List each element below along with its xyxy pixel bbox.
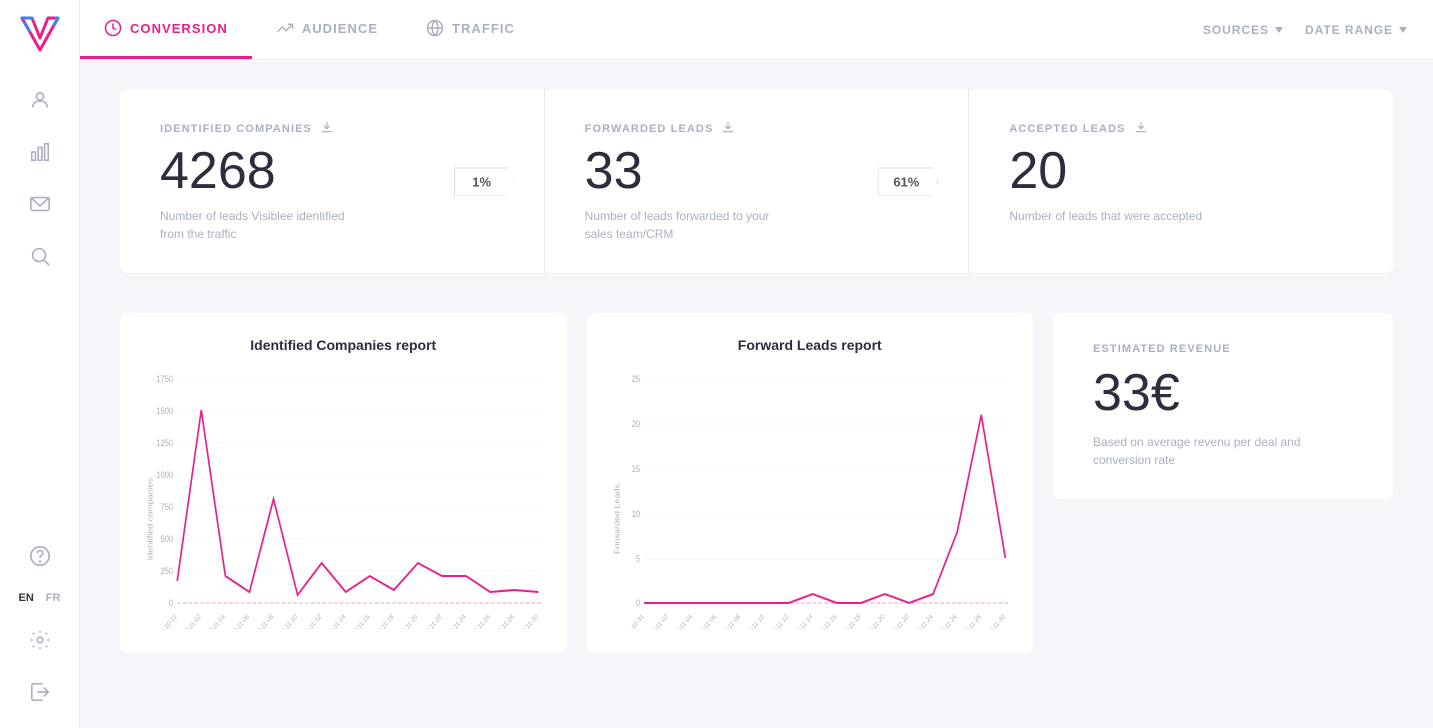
svg-text:1250: 1250 <box>156 438 173 448</box>
sidebar: EN FR <box>0 0 80 728</box>
svg-text:2017-11-04: 2017-11-04 <box>201 613 226 629</box>
svg-text:0: 0 <box>635 598 640 608</box>
svg-text:2017-11-30: 2017-11-30 <box>981 613 1006 629</box>
accepted-leads-label: ACCEPTED LEADS <box>1009 120 1353 137</box>
svg-text:5: 5 <box>635 554 640 564</box>
nav-right: SOURCES DATE RANGE <box>1203 0 1433 59</box>
svg-text:2017-11-12: 2017-11-12 <box>764 613 789 629</box>
svg-text:2017-11-24: 2017-11-24 <box>909 613 934 629</box>
svg-text:2017-11-28: 2017-11-28 <box>957 613 982 629</box>
sidebar-item-help[interactable] <box>20 536 60 576</box>
date-range-dropdown[interactable]: DATE RANGE <box>1305 23 1409 37</box>
sidebar-item-user[interactable] <box>20 80 60 120</box>
svg-text:1500: 1500 <box>156 406 173 416</box>
top-navigation: CONVERSION AUDIENCE TRAFFIC SOURCES DATE… <box>80 0 1433 60</box>
svg-text:2017-11-08: 2017-11-08 <box>716 613 741 629</box>
lang-switcher: EN FR <box>15 590 65 606</box>
svg-text:2017-11-26: 2017-11-26 <box>466 613 491 629</box>
identified-companies-desc: Number of leads Visiblee identified from… <box>160 207 360 243</box>
svg-text:2017-11-10: 2017-11-10 <box>740 613 765 629</box>
revenue-desc: Based on average revenu per deal and con… <box>1093 433 1353 469</box>
svg-text:1750: 1750 <box>156 374 173 384</box>
identified-companies-value: 4268 <box>160 145 504 197</box>
identified-companies-badge: 1% <box>454 167 514 196</box>
revenue-value: 33€ <box>1093 363 1353 423</box>
svg-text:2017-11-06: 2017-11-06 <box>226 613 251 629</box>
bottom-row: Identified Companies report 0 <box>120 313 1393 653</box>
svg-text:2017-11-18: 2017-11-18 <box>837 613 862 629</box>
svg-text:750: 750 <box>161 502 174 512</box>
svg-text:2017-11-26: 2017-11-26 <box>933 613 958 629</box>
svg-text:2017-11-16: 2017-11-16 <box>812 613 837 629</box>
lang-fr[interactable]: FR <box>42 590 65 606</box>
svg-text:2017-11-08: 2017-11-08 <box>250 613 275 629</box>
svg-text:2017-11-02: 2017-11-02 <box>177 613 202 629</box>
identified-companies-chart: 0 250 500 750 1000 1250 1500 1750 Identi… <box>144 369 543 629</box>
svg-text:2017-11-24: 2017-11-24 <box>442 613 467 629</box>
svg-text:2017-11-14: 2017-11-14 <box>788 613 813 629</box>
svg-text:2017-11-20: 2017-11-20 <box>861 613 886 629</box>
svg-text:2017-11-22: 2017-11-22 <box>418 613 443 629</box>
lang-en[interactable]: EN <box>15 590 38 606</box>
svg-text:2017-11-14: 2017-11-14 <box>322 613 347 629</box>
download-accepted-icon[interactable] <box>1134 120 1148 137</box>
download-identified-icon[interactable] <box>320 120 334 137</box>
forward-leads-chart-card: Forward Leads report 0 5 10 <box>587 313 1034 653</box>
svg-text:2017-11-16: 2017-11-16 <box>346 613 371 629</box>
sidebar-item-search[interactable] <box>20 236 60 276</box>
stats-row: IDENTIFIED COMPANIES 4268 Number of lead… <box>120 90 1393 273</box>
forward-leads-chart-title: Forward Leads report <box>611 337 1010 353</box>
stat-forwarded-leads: FORWARDED LEADS 33 Number of leads forwa… <box>545 90 970 273</box>
svg-text:10: 10 <box>631 509 640 519</box>
svg-text:2017-11-06: 2017-11-06 <box>692 613 717 629</box>
sidebar-item-chart[interactable] <box>20 132 60 172</box>
svg-text:25: 25 <box>631 374 640 384</box>
svg-text:2017-11-28: 2017-11-28 <box>490 613 515 629</box>
identified-companies-label: IDENTIFIED COMPANIES <box>160 120 504 137</box>
accepted-leads-desc: Number of leads that were accepted <box>1009 207 1209 225</box>
svg-text:2017-11-04: 2017-11-04 <box>668 613 693 629</box>
tab-audience[interactable]: AUDIENCE <box>252 0 402 59</box>
page-content: IDENTIFIED COMPANIES 4268 Number of lead… <box>80 60 1433 728</box>
accepted-leads-value: 20 <box>1009 145 1353 197</box>
main-content: CONVERSION AUDIENCE TRAFFIC SOURCES DATE… <box>80 0 1433 728</box>
svg-text:500: 500 <box>161 534 174 544</box>
sidebar-item-settings[interactable] <box>20 620 60 660</box>
forwarded-leads-desc: Number of leads forwarded to your sales … <box>585 207 785 243</box>
forwarded-leads-label: FORWARDED LEADS <box>585 120 929 137</box>
forward-leads-chart: 0 5 10 15 20 25 Forwarded Leads <box>611 369 1010 629</box>
sources-dropdown[interactable]: SOURCES <box>1203 23 1285 37</box>
logo[interactable] <box>18 10 62 54</box>
svg-text:2017-10-31: 2017-10-31 <box>153 613 179 629</box>
svg-text:2017-11-10: 2017-11-10 <box>274 613 299 629</box>
svg-text:2017-11-18: 2017-11-18 <box>370 613 395 629</box>
revenue-label: ESTIMATED REVENUE <box>1093 343 1353 355</box>
stat-accepted-leads: ACCEPTED LEADS 20 Number of leads that w… <box>969 90 1393 273</box>
svg-text:20: 20 <box>631 419 640 429</box>
tab-conversion[interactable]: CONVERSION <box>80 0 252 59</box>
forwarded-leads-value: 33 <box>585 145 929 197</box>
svg-text:2017-11-20: 2017-11-20 <box>394 613 419 629</box>
svg-text:2017-11-30: 2017-11-30 <box>514 613 539 629</box>
svg-text:0: 0 <box>169 598 174 608</box>
identified-companies-chart-card: Identified Companies report 0 <box>120 313 567 653</box>
download-forwarded-icon[interactable] <box>721 120 735 137</box>
identified-companies-chart-title: Identified Companies report <box>144 337 543 353</box>
sidebar-item-mail[interactable] <box>20 184 60 224</box>
tab-traffic[interactable]: TRAFFIC <box>402 0 539 59</box>
svg-text:2017-11-12: 2017-11-12 <box>298 613 323 629</box>
svg-text:Identified companies: Identified companies <box>146 478 154 561</box>
svg-text:250: 250 <box>161 566 174 576</box>
sidebar-item-logout[interactable] <box>20 672 60 712</box>
svg-text:2017-11-02: 2017-11-02 <box>644 613 669 629</box>
svg-text:Forwarded Leads: Forwarded Leads <box>612 484 620 554</box>
svg-text:2017-10-31: 2017-10-31 <box>620 613 646 629</box>
forwarded-leads-badge: 61% <box>878 167 938 196</box>
svg-text:15: 15 <box>631 464 640 474</box>
svg-text:1000: 1000 <box>156 470 173 480</box>
svg-text:2017-11-22: 2017-11-22 <box>885 613 910 629</box>
stat-identified-companies: IDENTIFIED COMPANIES 4268 Number of lead… <box>120 90 545 273</box>
revenue-card: ESTIMATED REVENUE 33€ Based on average r… <box>1053 313 1393 499</box>
